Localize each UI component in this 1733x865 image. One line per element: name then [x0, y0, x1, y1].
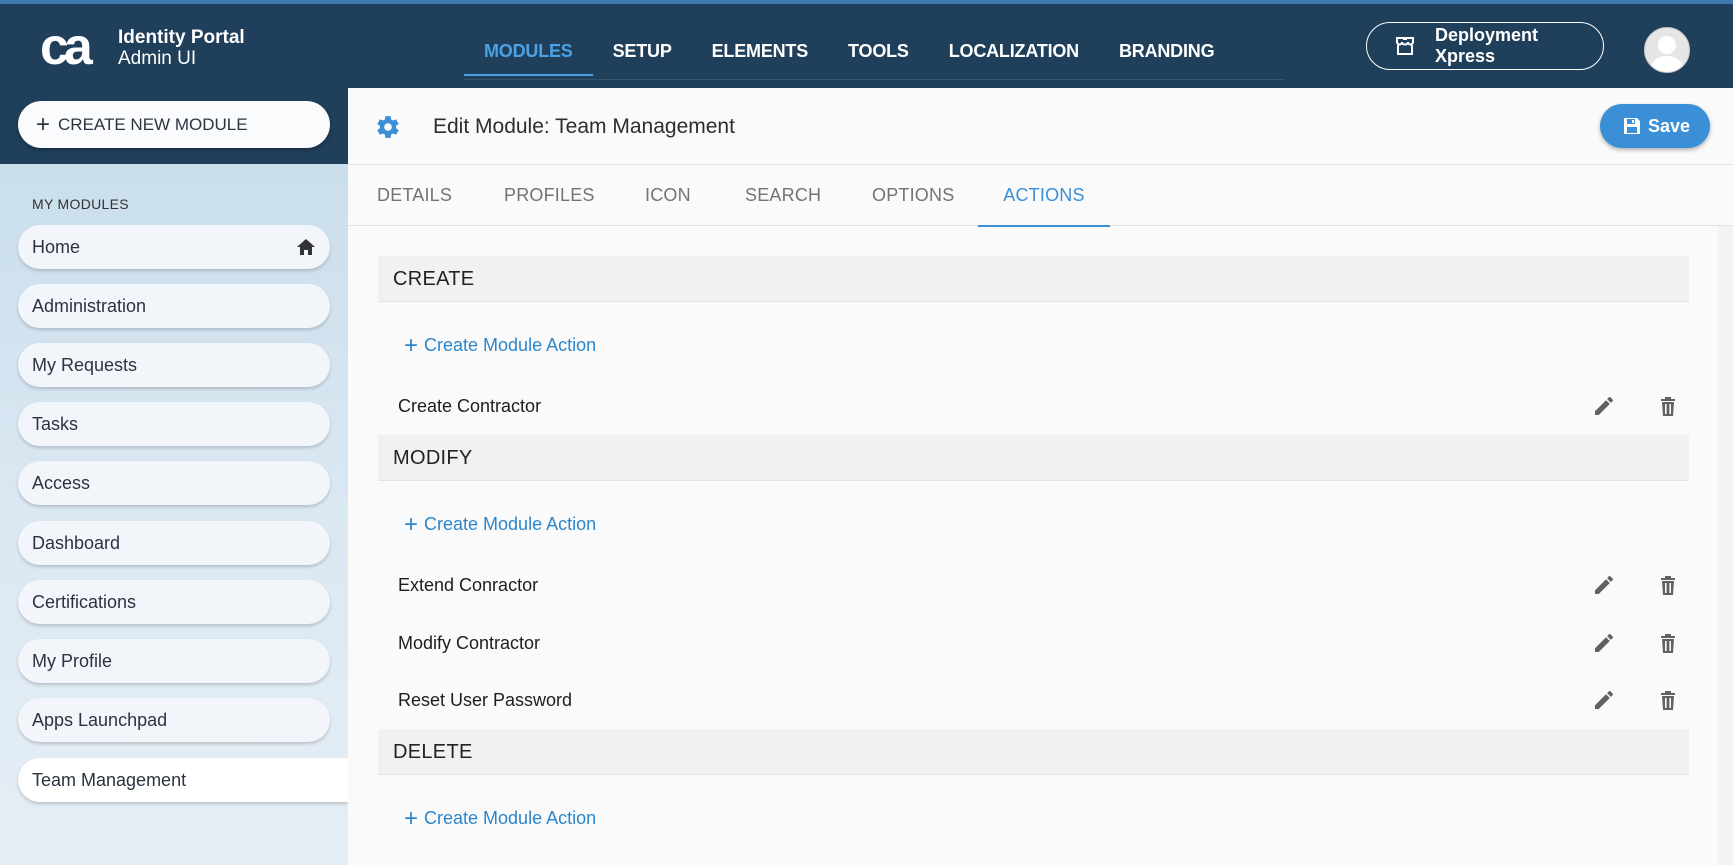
my-modules-heading: MY MODULES: [32, 196, 129, 212]
user-avatar[interactable]: [1644, 27, 1690, 73]
tab-details[interactable]: DETAILS: [377, 165, 452, 225]
action-row: Modify Contractor: [378, 618, 1689, 668]
nav-tools[interactable]: TOOLS: [828, 4, 929, 76]
sidebar-item-label: Apps Launchpad: [32, 709, 168, 730]
action-label: Create Contractor: [398, 396, 542, 416]
save-button[interactable]: Save: [1600, 104, 1710, 148]
create-module-action-modify[interactable]: + Create Module Action: [404, 510, 597, 538]
sidebar-item-certifications[interactable]: Certifications: [18, 580, 330, 624]
floppy-icon: [1624, 118, 1640, 134]
sidebar-item-label: My Profile: [32, 650, 113, 671]
nav-branding[interactable]: BRANDING: [1099, 4, 1234, 76]
tab-search[interactable]: SEARCH: [745, 165, 821, 225]
nav-elements[interactable]: ELEMENTS: [692, 4, 828, 76]
sidebar-item-label: Home: [32, 236, 81, 257]
nav-divider: [464, 79, 1284, 80]
sidebar: + CREATE NEW MODULE MY MODULES Home Admi…: [0, 88, 348, 865]
sidebar-item-administration[interactable]: Administration: [18, 284, 330, 328]
action-row: Extend Conractor: [378, 560, 1689, 610]
svg-text:ca: ca: [40, 24, 94, 72]
storefront-icon: [1396, 37, 1414, 55]
plus-icon: +: [404, 804, 419, 832]
sidebar-item-my-profile[interactable]: My Profile: [18, 639, 330, 683]
sidebar-item-home[interactable]: Home: [18, 225, 330, 269]
tab-actions[interactable]: ACTIONS: [978, 165, 1110, 227]
pencil-icon[interactable]: [1592, 631, 1616, 655]
action-row: Create Contractor: [378, 381, 1689, 431]
create-module-action-label: Create Module Action: [424, 808, 597, 828]
create-module-action-delete[interactable]: + Create Module Action: [404, 804, 597, 832]
tab-profiles[interactable]: PROFILES: [504, 165, 594, 225]
sidebar-item-label: Dashboard: [32, 532, 121, 553]
create-module-action-label: Create Module Action: [424, 514, 597, 534]
section-header-modify: MODIFY: [378, 435, 1689, 481]
plus-icon: +: [36, 110, 51, 138]
module-tabs: DETAILS PROFILES ICON SEARCH OPTIONS ACT…: [348, 165, 1733, 227]
nav-localization[interactable]: LOCALIZATION: [929, 4, 1099, 76]
sidebar-item-label: Team Management: [32, 769, 187, 790]
main-nav: MODULES SETUP ELEMENTS TOOLS LOCALIZATIO…: [464, 4, 1234, 88]
top-bar: ca Identity Portal Admin UI MODULES SETU…: [0, 0, 1733, 88]
sidebar-item-label: Administration: [32, 295, 147, 316]
trash-icon[interactable]: [1656, 631, 1680, 655]
save-label: Save: [1648, 115, 1691, 136]
sidebar-item-dashboard[interactable]: Dashboard: [18, 521, 330, 565]
sidebar-item-label: Access: [32, 472, 91, 493]
pencil-icon[interactable]: [1592, 394, 1616, 418]
section-header-delete: DELETE: [378, 729, 1689, 775]
deployment-xpress-label: Deployment Xpress: [1435, 25, 1539, 66]
module-header: Edit Module: Team Management Save: [348, 88, 1733, 165]
page-title: Edit Module: Team Management: [433, 115, 735, 138]
action-label: Modify Contractor: [398, 633, 541, 653]
app-logo: ca Identity Portal Admin UI: [40, 24, 245, 72]
sidebar-item-my-requests[interactable]: My Requests: [18, 343, 330, 387]
sidebar-item-label: Certifications: [32, 591, 137, 612]
action-label: Extend Conractor: [398, 575, 539, 595]
create-module-action-create[interactable]: + Create Module Action: [404, 331, 597, 359]
tab-options[interactable]: OPTIONS: [872, 165, 954, 225]
trash-icon[interactable]: [1656, 688, 1680, 712]
main-panel: Edit Module: Team Management Save DETAIL…: [348, 88, 1733, 865]
sidebar-item-label: My Requests: [32, 354, 138, 375]
sidebar-item-team-management[interactable]: Team Management: [18, 758, 348, 802]
plus-icon: +: [404, 510, 419, 538]
sidebar-item-label: Tasks: [32, 413, 79, 434]
tab-icon[interactable]: ICON: [645, 165, 691, 225]
nav-modules[interactable]: MODULES: [464, 4, 593, 76]
app-title: Identity Portal Admin UI: [118, 27, 245, 69]
home-icon: [297, 239, 315, 255]
create-new-module-label: CREATE NEW MODULE: [58, 114, 248, 134]
action-row: Reset User Password: [378, 675, 1689, 725]
gear-icon: [377, 116, 399, 138]
section-header-create: CREATE: [378, 256, 1689, 302]
sidebar-item-access[interactable]: Access: [18, 461, 330, 505]
sidebar-item-apps-launchpad[interactable]: Apps Launchpad: [18, 698, 330, 742]
create-new-module-button[interactable]: + CREATE NEW MODULE: [18, 101, 330, 148]
plus-icon: +: [404, 331, 419, 359]
pencil-icon[interactable]: [1592, 688, 1616, 712]
nav-setup[interactable]: SETUP: [593, 4, 692, 76]
ca-logo-icon: ca: [40, 24, 99, 72]
deployment-xpress-button[interactable]: Deployment Xpress: [1366, 22, 1604, 70]
scrollbar[interactable]: [1718, 226, 1733, 865]
action-label: Reset User Password: [398, 690, 573, 710]
create-module-action-label: Create Module Action: [424, 335, 597, 355]
app-title-line2: Admin UI: [118, 48, 197, 69]
trash-icon[interactable]: [1656, 573, 1680, 597]
sidebar-item-tasks[interactable]: Tasks: [18, 402, 330, 446]
trash-icon[interactable]: [1656, 394, 1680, 418]
pencil-icon[interactable]: [1592, 573, 1616, 597]
app-title-line1: Identity Portal: [118, 27, 245, 48]
user-icon: [1649, 36, 1685, 72]
